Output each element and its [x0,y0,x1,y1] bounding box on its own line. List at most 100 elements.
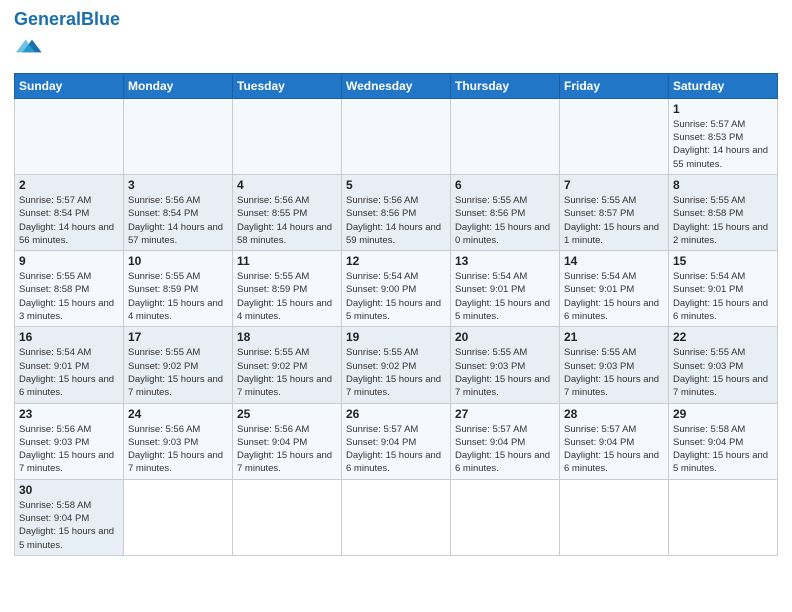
calendar-cell: 2Sunrise: 5:57 AMSunset: 8:54 PMDaylight… [15,174,124,250]
logo: GeneralBlue [14,10,120,67]
logo-general: General [14,9,81,29]
day-info: Sunrise: 5:55 AMSunset: 9:03 PMDaylight:… [564,346,664,399]
day-info: Sunrise: 5:55 AMSunset: 9:03 PMDaylight:… [455,346,555,399]
day-number: 19 [346,330,446,344]
day-number: 20 [455,330,555,344]
header: GeneralBlue [14,10,778,67]
weekday-row: SundayMondayTuesdayWednesdayThursdayFrid… [15,73,778,98]
day-info: Sunrise: 5:55 AMSunset: 8:58 PMDaylight:… [19,270,119,323]
day-number: 15 [673,254,773,268]
day-info: Sunrise: 5:56 AMSunset: 9:03 PMDaylight:… [128,423,228,476]
calendar-cell: 19 Sunrise: 5:55 AMSunset: 9:02 PMDayligh… [342,327,451,403]
day-number: 27 [455,407,555,421]
day-number: 26 [346,407,446,421]
calendar-cell: 10 Sunrise: 5:55 AMSunset: 8:59 PMDayligh… [124,251,233,327]
calendar-cell: 27 Sunrise: 5:57 AMSunset: 9:04 PMDayligh… [451,403,560,479]
calendar-cell [15,98,124,174]
day-number: 12 [346,254,446,268]
calendar-cell: 7Sunrise: 5:55 AMSunset: 8:57 PMDaylight… [560,174,669,250]
calendar-cell [451,98,560,174]
calendar-cell: 17Sunrise: 5:55 AMSunset: 9:02 PMDayligh… [124,327,233,403]
day-number: 23 [19,407,119,421]
day-info: Sunrise: 5:54 AMSunset: 9:01 PMDaylight:… [455,270,555,323]
calendar-cell: 30 Sunrise: 5:58 AMSunset: 9:04 PMDayligh… [15,479,124,555]
weekday-header-saturday: Saturday [669,73,778,98]
calendar-cell: 12 Sunrise: 5:54 AMSunset: 9:00 PMDayligh… [342,251,451,327]
calendar-cell: 15Sunrise: 5:54 AMSunset: 9:01 PMDayligh… [669,251,778,327]
calendar-cell: 18 Sunrise: 5:55 AMSunset: 9:02 PMDayligh… [233,327,342,403]
day-number: 14 [564,254,664,268]
day-info: Sunrise: 5:57 AMSunset: 9:04 PMDaylight:… [346,423,446,476]
week-row-5: 23 Sunrise: 5:56 AMSunset: 9:03 PMDayligh… [15,403,778,479]
day-number: 13 [455,254,555,268]
calendar-cell: 1Sunrise: 5:57 AMSunset: 8:53 PMDaylight… [669,98,778,174]
day-info: Sunrise: 5:56 AMSunset: 8:54 PMDaylight:… [128,194,228,247]
day-number: 8 [673,178,773,192]
calendar-cell: 9Sunrise: 5:55 AMSunset: 8:58 PMDaylight… [15,251,124,327]
calendar-cell: 16Sunrise: 5:54 AMSunset: 9:01 PMDayligh… [15,327,124,403]
calendar-cell: 20 Sunrise: 5:55 AMSunset: 9:03 PMDayligh… [451,327,560,403]
calendar-cell: 8 Sunrise: 5:55 AMSunset: 8:58 PMDaylight… [669,174,778,250]
weekday-header-monday: Monday [124,73,233,98]
calendar-header: SundayMondayTuesdayWednesdayThursdayFrid… [15,73,778,98]
day-info: Sunrise: 5:54 AMSunset: 9:01 PMDaylight:… [19,346,119,399]
day-info: Sunrise: 5:58 AMSunset: 9:04 PMDaylight:… [19,499,119,552]
day-info: Sunrise: 5:56 AMSunset: 9:03 PMDaylight:… [19,423,119,476]
day-number: 30 [19,483,119,497]
day-number: 22 [673,330,773,344]
day-number: 17 [128,330,228,344]
day-number: 25 [237,407,337,421]
calendar-cell [451,479,560,555]
logo-text: GeneralBlue [14,10,120,30]
day-number: 6 [455,178,555,192]
weekday-header-friday: Friday [560,73,669,98]
day-info: Sunrise: 5:57 AMSunset: 9:04 PMDaylight:… [455,423,555,476]
day-info: Sunrise: 5:55 AMSunset: 8:58 PMDaylight:… [673,194,773,247]
day-number: 4 [237,178,337,192]
week-row-2: 2Sunrise: 5:57 AMSunset: 8:54 PMDaylight… [15,174,778,250]
weekday-header-sunday: Sunday [15,73,124,98]
calendar-table: SundayMondayTuesdayWednesdayThursdayFrid… [14,73,778,556]
day-info: Sunrise: 5:55 AMSunset: 9:03 PMDaylight:… [673,346,773,399]
calendar-cell [233,479,342,555]
day-number: 11 [237,254,337,268]
day-info: Sunrise: 5:58 AMSunset: 9:04 PMDaylight:… [673,423,773,476]
day-info: Sunrise: 5:55 AMSunset: 8:57 PMDaylight:… [564,194,664,247]
day-number: 18 [237,330,337,344]
day-info: Sunrise: 5:55 AMSunset: 9:02 PMDaylight:… [346,346,446,399]
week-row-1: 1Sunrise: 5:57 AMSunset: 8:53 PMDaylight… [15,98,778,174]
day-info: Sunrise: 5:55 AMSunset: 8:56 PMDaylight:… [455,194,555,247]
calendar-cell: 29 Sunrise: 5:58 AMSunset: 9:04 PMDayligh… [669,403,778,479]
calendar-cell: 4Sunrise: 5:56 AMSunset: 8:55 PMDaylight… [233,174,342,250]
calendar-cell [124,98,233,174]
day-info: Sunrise: 5:57 AMSunset: 8:54 PMDaylight:… [19,194,119,247]
day-number: 10 [128,254,228,268]
day-number: 24 [128,407,228,421]
day-info: Sunrise: 5:54 AMSunset: 9:01 PMDaylight:… [564,270,664,323]
calendar-cell: 3 Sunrise: 5:56 AMSunset: 8:54 PMDaylight… [124,174,233,250]
day-info: Sunrise: 5:55 AMSunset: 8:59 PMDaylight:… [128,270,228,323]
calendar-cell: 21Sunrise: 5:55 AMSunset: 9:03 PMDayligh… [560,327,669,403]
day-number: 29 [673,407,773,421]
calendar-cell: 28Sunrise: 5:57 AMSunset: 9:04 PMDayligh… [560,403,669,479]
day-number: 3 [128,178,228,192]
day-info: Sunrise: 5:55 AMSunset: 9:02 PMDaylight:… [237,346,337,399]
week-row-6: 30 Sunrise: 5:58 AMSunset: 9:04 PMDayligh… [15,479,778,555]
calendar-cell: 25Sunrise: 5:56 AMSunset: 9:04 PMDayligh… [233,403,342,479]
calendar-cell [560,98,669,174]
page: GeneralBlue SundayMondayTuesdayWednesday… [0,0,792,570]
calendar-cell [342,98,451,174]
weekday-header-tuesday: Tuesday [233,73,342,98]
calendar-cell: 23 Sunrise: 5:56 AMSunset: 9:03 PMDayligh… [15,403,124,479]
calendar-cell: 5Sunrise: 5:56 AMSunset: 8:56 PMDaylight… [342,174,451,250]
weekday-header-wednesday: Wednesday [342,73,451,98]
day-info: Sunrise: 5:57 AMSunset: 8:53 PMDaylight:… [673,118,773,171]
calendar-body: 1Sunrise: 5:57 AMSunset: 8:53 PMDaylight… [15,98,778,555]
day-info: Sunrise: 5:54 AMSunset: 9:00 PMDaylight:… [346,270,446,323]
day-number: 5 [346,178,446,192]
weekday-header-thursday: Thursday [451,73,560,98]
calendar-cell: 22 Sunrise: 5:55 AMSunset: 9:03 PMDayligh… [669,327,778,403]
day-info: Sunrise: 5:57 AMSunset: 9:04 PMDaylight:… [564,423,664,476]
calendar-cell [560,479,669,555]
calendar-cell [124,479,233,555]
